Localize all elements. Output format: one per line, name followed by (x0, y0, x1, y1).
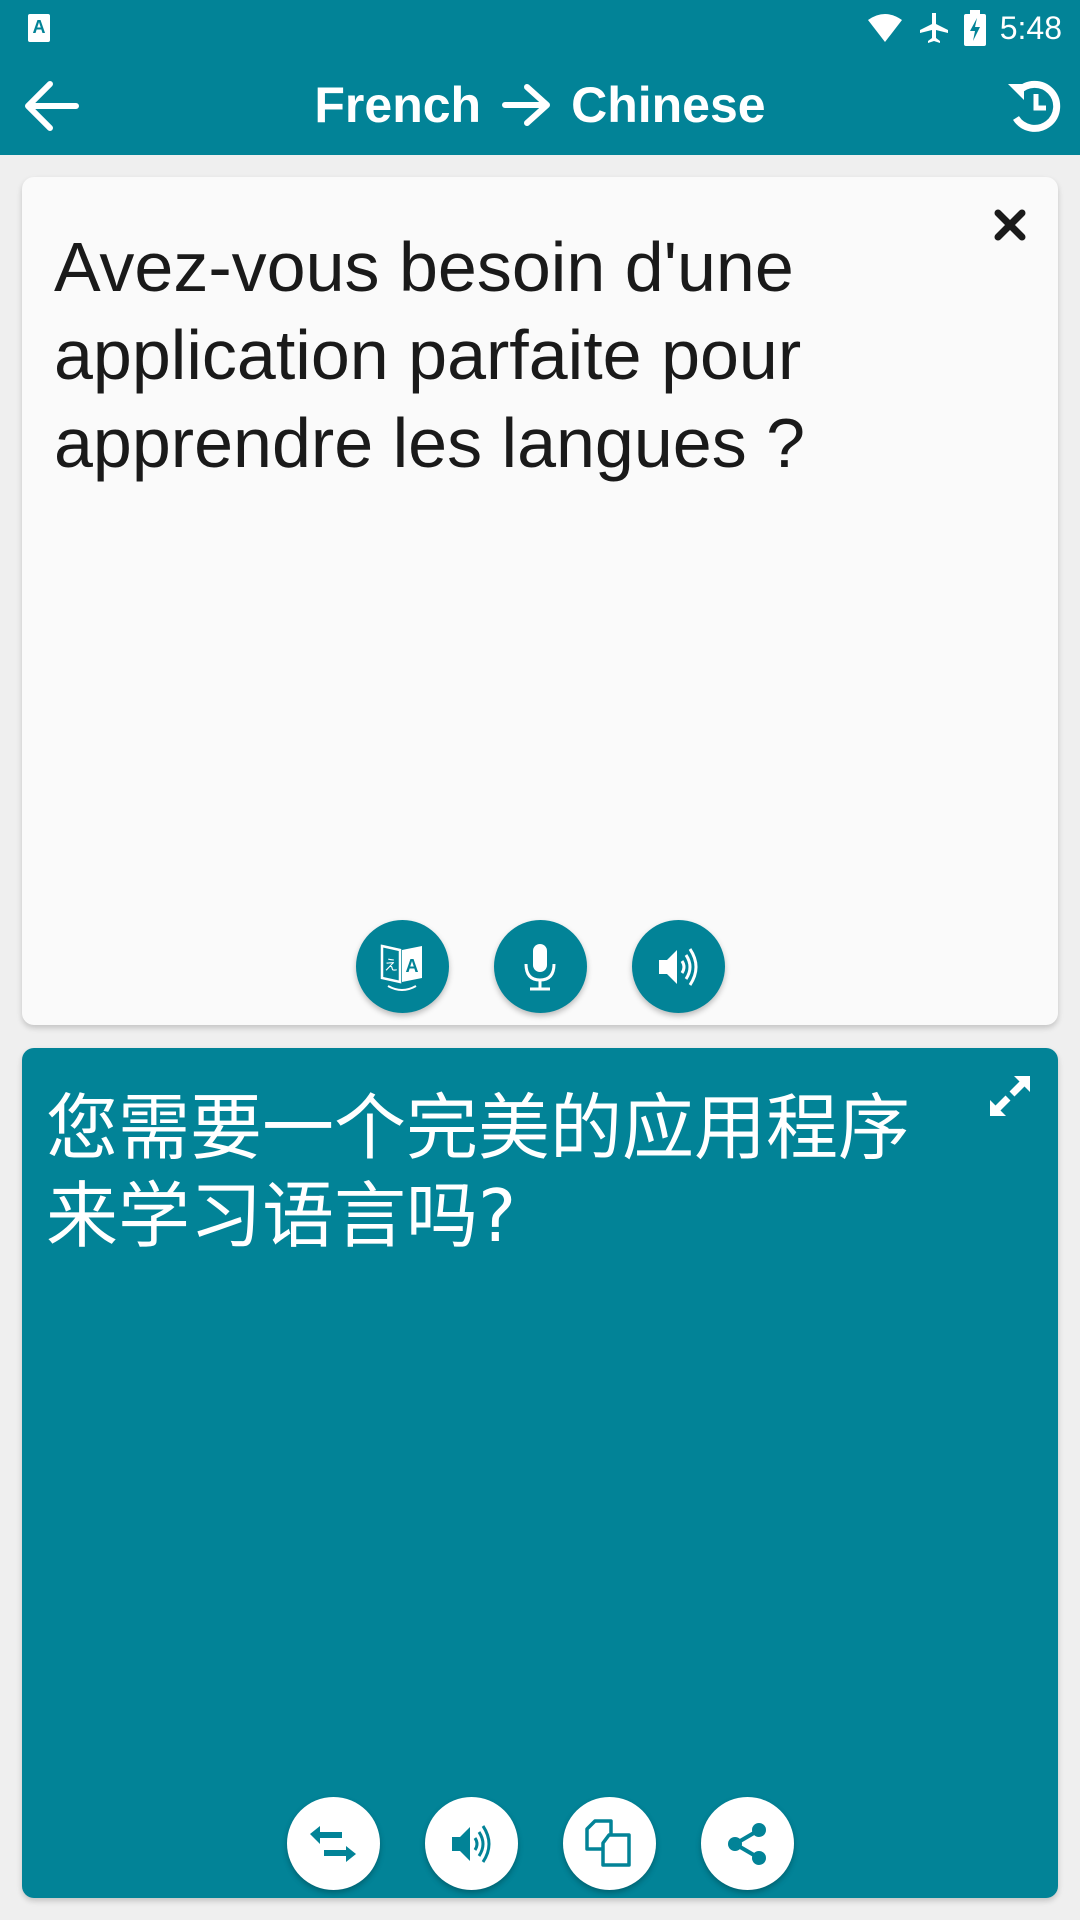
expand-icon (990, 1076, 1030, 1116)
speaker-icon (452, 1824, 491, 1863)
copy-icon (585, 1818, 631, 1867)
speaker-icon (659, 947, 698, 986)
translation-actions (22, 1797, 1058, 1890)
target-language[interactable]: Chinese (571, 76, 766, 134)
translation-text: 您需要一个完美的应用程序来学习语言吗? (46, 1086, 911, 1258)
status-icons: 5:48 (866, 8, 1062, 48)
translation-card: 您需要一个完美的应用程序来学习语言吗? (22, 1048, 1058, 1898)
history-icon (1008, 80, 1061, 132)
arrow-right-icon (502, 84, 551, 126)
swap-languages-button[interactable] (286, 1797, 380, 1890)
translate-notification-icon: A (28, 14, 50, 42)
translate-icon: A え (380, 943, 422, 991)
app-bar: French Chinese (0, 56, 1080, 155)
language-pair-title[interactable]: French Chinese (0, 76, 1080, 134)
speak-source-button[interactable] (631, 920, 725, 1013)
airplane-icon (919, 13, 948, 43)
svg-text:A: A (406, 956, 419, 976)
share-button[interactable] (700, 1797, 794, 1890)
source-language[interactable]: French (314, 76, 481, 134)
wifi-icon (867, 14, 902, 42)
microphone-button[interactable] (493, 920, 587, 1013)
copy-button[interactable] (562, 1797, 656, 1890)
speak-translation-button[interactable] (424, 1797, 518, 1890)
microphone-icon (524, 943, 556, 990)
swap-icon (310, 1825, 356, 1862)
status-bar: A 5:48 (0, 0, 1080, 56)
battery-charging-icon (963, 10, 986, 46)
clear-button[interactable] (988, 203, 1032, 247)
history-button[interactable] (1004, 76, 1064, 136)
source-actions: A え (22, 920, 1058, 1013)
share-icon (728, 1822, 766, 1865)
status-time: 5:48 (999, 9, 1062, 46)
close-icon (994, 209, 1026, 241)
expand-button[interactable] (982, 1068, 1038, 1124)
svg-text:え: え (384, 958, 398, 974)
source-text[interactable]: Avez-vous besoin d'une application parfa… (54, 223, 938, 487)
translate-button[interactable]: A え (355, 920, 449, 1013)
source-card: Avez-vous besoin d'une application parfa… (22, 177, 1058, 1025)
